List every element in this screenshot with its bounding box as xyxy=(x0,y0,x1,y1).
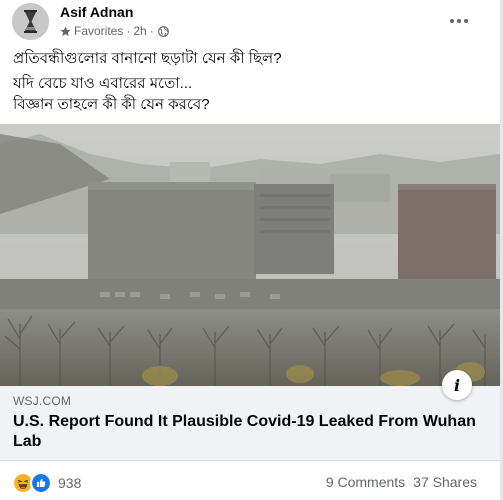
link-preview[interactable]: i WSJ.COM U.S. Report Found It Plausible… xyxy=(0,370,500,461)
more-options-dot xyxy=(464,19,468,23)
meta-separator: · xyxy=(126,24,131,38)
author-avatar[interactable] xyxy=(12,3,49,40)
post-meta: Favorites · 2h · xyxy=(60,24,169,38)
more-options-icon xyxy=(450,19,454,23)
more-options-dot xyxy=(457,19,461,23)
post-text-line: প্রতিবন্ধীগুলোর বানানো ছড়াটা যেন কী ছিল… xyxy=(13,50,282,67)
author-name[interactable]: Asif Adnan xyxy=(60,4,133,20)
link-domain: WSJ.COM xyxy=(13,394,72,408)
post-card: Asif Adnan Favorites · 2h · প্রতিবন্ধীগু… xyxy=(0,0,503,500)
reactions-summary[interactable]: 938 xyxy=(12,472,81,494)
globe-icon xyxy=(157,25,169,37)
star-icon xyxy=(60,26,71,36)
reaction-count[interactable]: 938 xyxy=(58,475,81,491)
link-headline[interactable]: U.S. Report Found It Plausible Covid-19 … xyxy=(13,412,483,452)
shares-count[interactable]: 37 Shares xyxy=(413,474,477,490)
comments-count[interactable]: 9 Comments xyxy=(326,474,405,490)
link-preview-image[interactable] xyxy=(0,124,500,386)
hazy-campus-photo xyxy=(0,124,500,386)
post-time[interactable]: 2h xyxy=(133,24,146,38)
post-text-line: বিজ্ঞান তাহলে কী কী যেন করবে? xyxy=(13,96,210,113)
hourglass-avatar-image xyxy=(12,3,49,40)
post-text: প্রতিবন্ধীগুলোর বানানো ছড়াটা যেন কী ছিল… xyxy=(13,48,483,115)
more-options-button[interactable] xyxy=(444,8,474,34)
audience-label[interactable]: Favorites xyxy=(74,24,123,38)
meta-separator: · xyxy=(149,24,154,38)
engagement-stats: 9 Comments 37 Shares xyxy=(326,474,477,490)
post-text-line: যদি বেচে যাও এবারের মতো... xyxy=(13,75,193,92)
info-icon[interactable]: i xyxy=(442,370,472,400)
like-icon xyxy=(30,472,52,494)
